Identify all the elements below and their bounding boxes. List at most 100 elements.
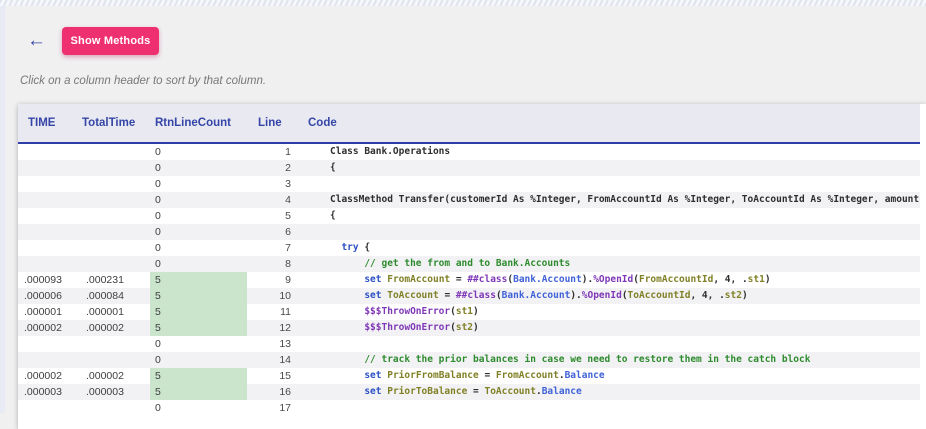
code-token: ) [473, 306, 479, 317]
code-token: %OpenId [582, 290, 622, 301]
code-token [330, 290, 364, 301]
time-value: .000002 [24, 368, 62, 384]
line-number: 17 [250, 400, 291, 416]
code-token [330, 322, 364, 333]
rtnlinecount-cell: 0 [150, 144, 247, 160]
left-edge-strip [0, 6, 5, 413]
time-value: .000003 [24, 384, 62, 400]
line-number: 2 [250, 160, 291, 176]
time-value: .000002 [24, 320, 62, 336]
code-token: ClassMethod Transfer(customerId As %Inte… [330, 194, 919, 205]
code-token: Class Bank.Operations [330, 146, 450, 157]
code-token: ) [473, 322, 479, 333]
line-number: 8 [250, 256, 291, 272]
totaltime-value: .000001 [86, 304, 124, 320]
code-token: $$$ThrowOnError [364, 322, 450, 333]
code-text: set PriorToBalance = ToAccount.Balance [330, 384, 920, 400]
column-header-line[interactable]: Line [258, 104, 282, 142]
code-token: = [439, 290, 456, 301]
table-row: .000001.000001511 $$$ThrowOnError(st1) [18, 304, 920, 320]
rtnlinecount-cell: 0 [150, 160, 247, 176]
table-row: .000002.000002512 $$$ThrowOnError(st2) [18, 320, 920, 336]
table-header-row: TIME TotalTime RtnLineCount Line Code [18, 104, 920, 144]
table-row: 014 // track the prior balances in case … [18, 352, 920, 368]
line-number: 7 [250, 240, 291, 256]
table-row: 06 [18, 224, 920, 240]
code-token: st2 [456, 322, 473, 333]
table-row: 08 // get the from and to Bank.Accounts [18, 256, 920, 272]
line-number: 1 [250, 144, 291, 160]
table-row: 013 [18, 336, 920, 352]
table-row: 05{ [18, 208, 920, 224]
rtnlinecount-cell: 0 [150, 336, 247, 352]
code-text [330, 336, 920, 352]
code-token: { [359, 242, 370, 253]
code-token [330, 370, 364, 381]
code-token: , 4, . [713, 274, 747, 285]
table-row: .000093.00023159 set FromAccount = ##cla… [18, 272, 920, 288]
rtnlinecount-cell: 5 [150, 368, 247, 384]
rtnlinecount-cell: 0 [150, 256, 247, 272]
code-token: set [364, 274, 381, 285]
rtnlinecount-cell: 5 [150, 288, 247, 304]
trace-table-card: TIME TotalTime RtnLineCount Line Code 01… [18, 104, 926, 429]
table-row: .000002.000002515 set PriorFromBalance =… [18, 368, 920, 384]
table-row: 02 { [18, 160, 920, 176]
totaltime-value: .000084 [86, 288, 124, 304]
code-token: PriorToBalance [387, 386, 467, 397]
code-text [330, 176, 920, 192]
code-text: set FromAccount = ##class(Bank.Account).… [330, 272, 920, 288]
code-token: try [341, 242, 358, 253]
code-token: set [364, 386, 381, 397]
rtnlinecount-cell: 0 [150, 208, 247, 224]
code-text: // get the from and to Bank.Accounts [330, 256, 920, 272]
line-number: 10 [250, 288, 291, 304]
line-number: 14 [250, 352, 291, 368]
back-arrow-button[interactable]: ← [27, 30, 49, 52]
table-body: 01Class Bank.Operations02{0304ClassMetho… [18, 144, 920, 429]
line-number: 16 [250, 384, 291, 400]
rtnlinecount-cell: 5 [150, 272, 247, 288]
rtnlinecount-cell: 0 [150, 224, 247, 240]
code-token: ##class [456, 290, 496, 301]
column-header-time[interactable]: TIME [28, 104, 55, 142]
show-methods-button[interactable]: Show Methods [62, 27, 159, 55]
code-text: ClassMethod Transfer(customerId As %Inte… [330, 192, 920, 208]
window-top-decoration [0, 0, 926, 6]
code-token [330, 354, 364, 365]
column-header-rtnlinecount[interactable]: RtnLineCount [155, 104, 231, 142]
code-text: $$$ThrowOnError(st1) [330, 304, 920, 320]
table-row: 01 Class Bank.Operations [18, 144, 920, 160]
time-value: .000001 [24, 304, 62, 320]
rtnlinecount-cell: 0 [150, 352, 247, 368]
rtnlinecount-cell: 5 [150, 320, 247, 336]
code-text: Class Bank.Operations [330, 144, 920, 160]
code-token: Balance [565, 370, 605, 381]
code-token [330, 274, 364, 285]
column-header-totaltime[interactable]: TotalTime [82, 104, 135, 142]
code-text: { [330, 160, 920, 176]
code-text: try { [330, 240, 920, 256]
code-token [330, 306, 364, 317]
table-row: 03 [18, 176, 920, 192]
code-token: ToAccount [387, 290, 438, 301]
table-row: 07 try { [18, 240, 920, 256]
code-token: = [479, 370, 496, 381]
table-row: 04ClassMethod Transfer(customerId As %In… [18, 192, 920, 208]
code-text [330, 400, 920, 416]
column-header-code[interactable]: Code [308, 104, 337, 142]
code-token: set [364, 370, 381, 381]
table-row: 017 [18, 400, 920, 416]
code-text: { [330, 208, 920, 224]
code-token: FromAccount [387, 274, 450, 285]
time-value: .000006 [24, 288, 62, 304]
code-token: set [364, 290, 381, 301]
table-row: .000006 .000084 510 set ToAccount = ##clas… [18, 288, 920, 304]
code-token: ToAccountId [628, 290, 691, 301]
rtnlinecount-cell: 0 [150, 240, 247, 256]
totaltime-value: .000002 [86, 368, 124, 384]
code-token: Bank.Account [513, 274, 582, 285]
code-token: ) [765, 274, 771, 285]
code-token: = [450, 274, 467, 285]
code-token: ToAccount [484, 386, 535, 397]
